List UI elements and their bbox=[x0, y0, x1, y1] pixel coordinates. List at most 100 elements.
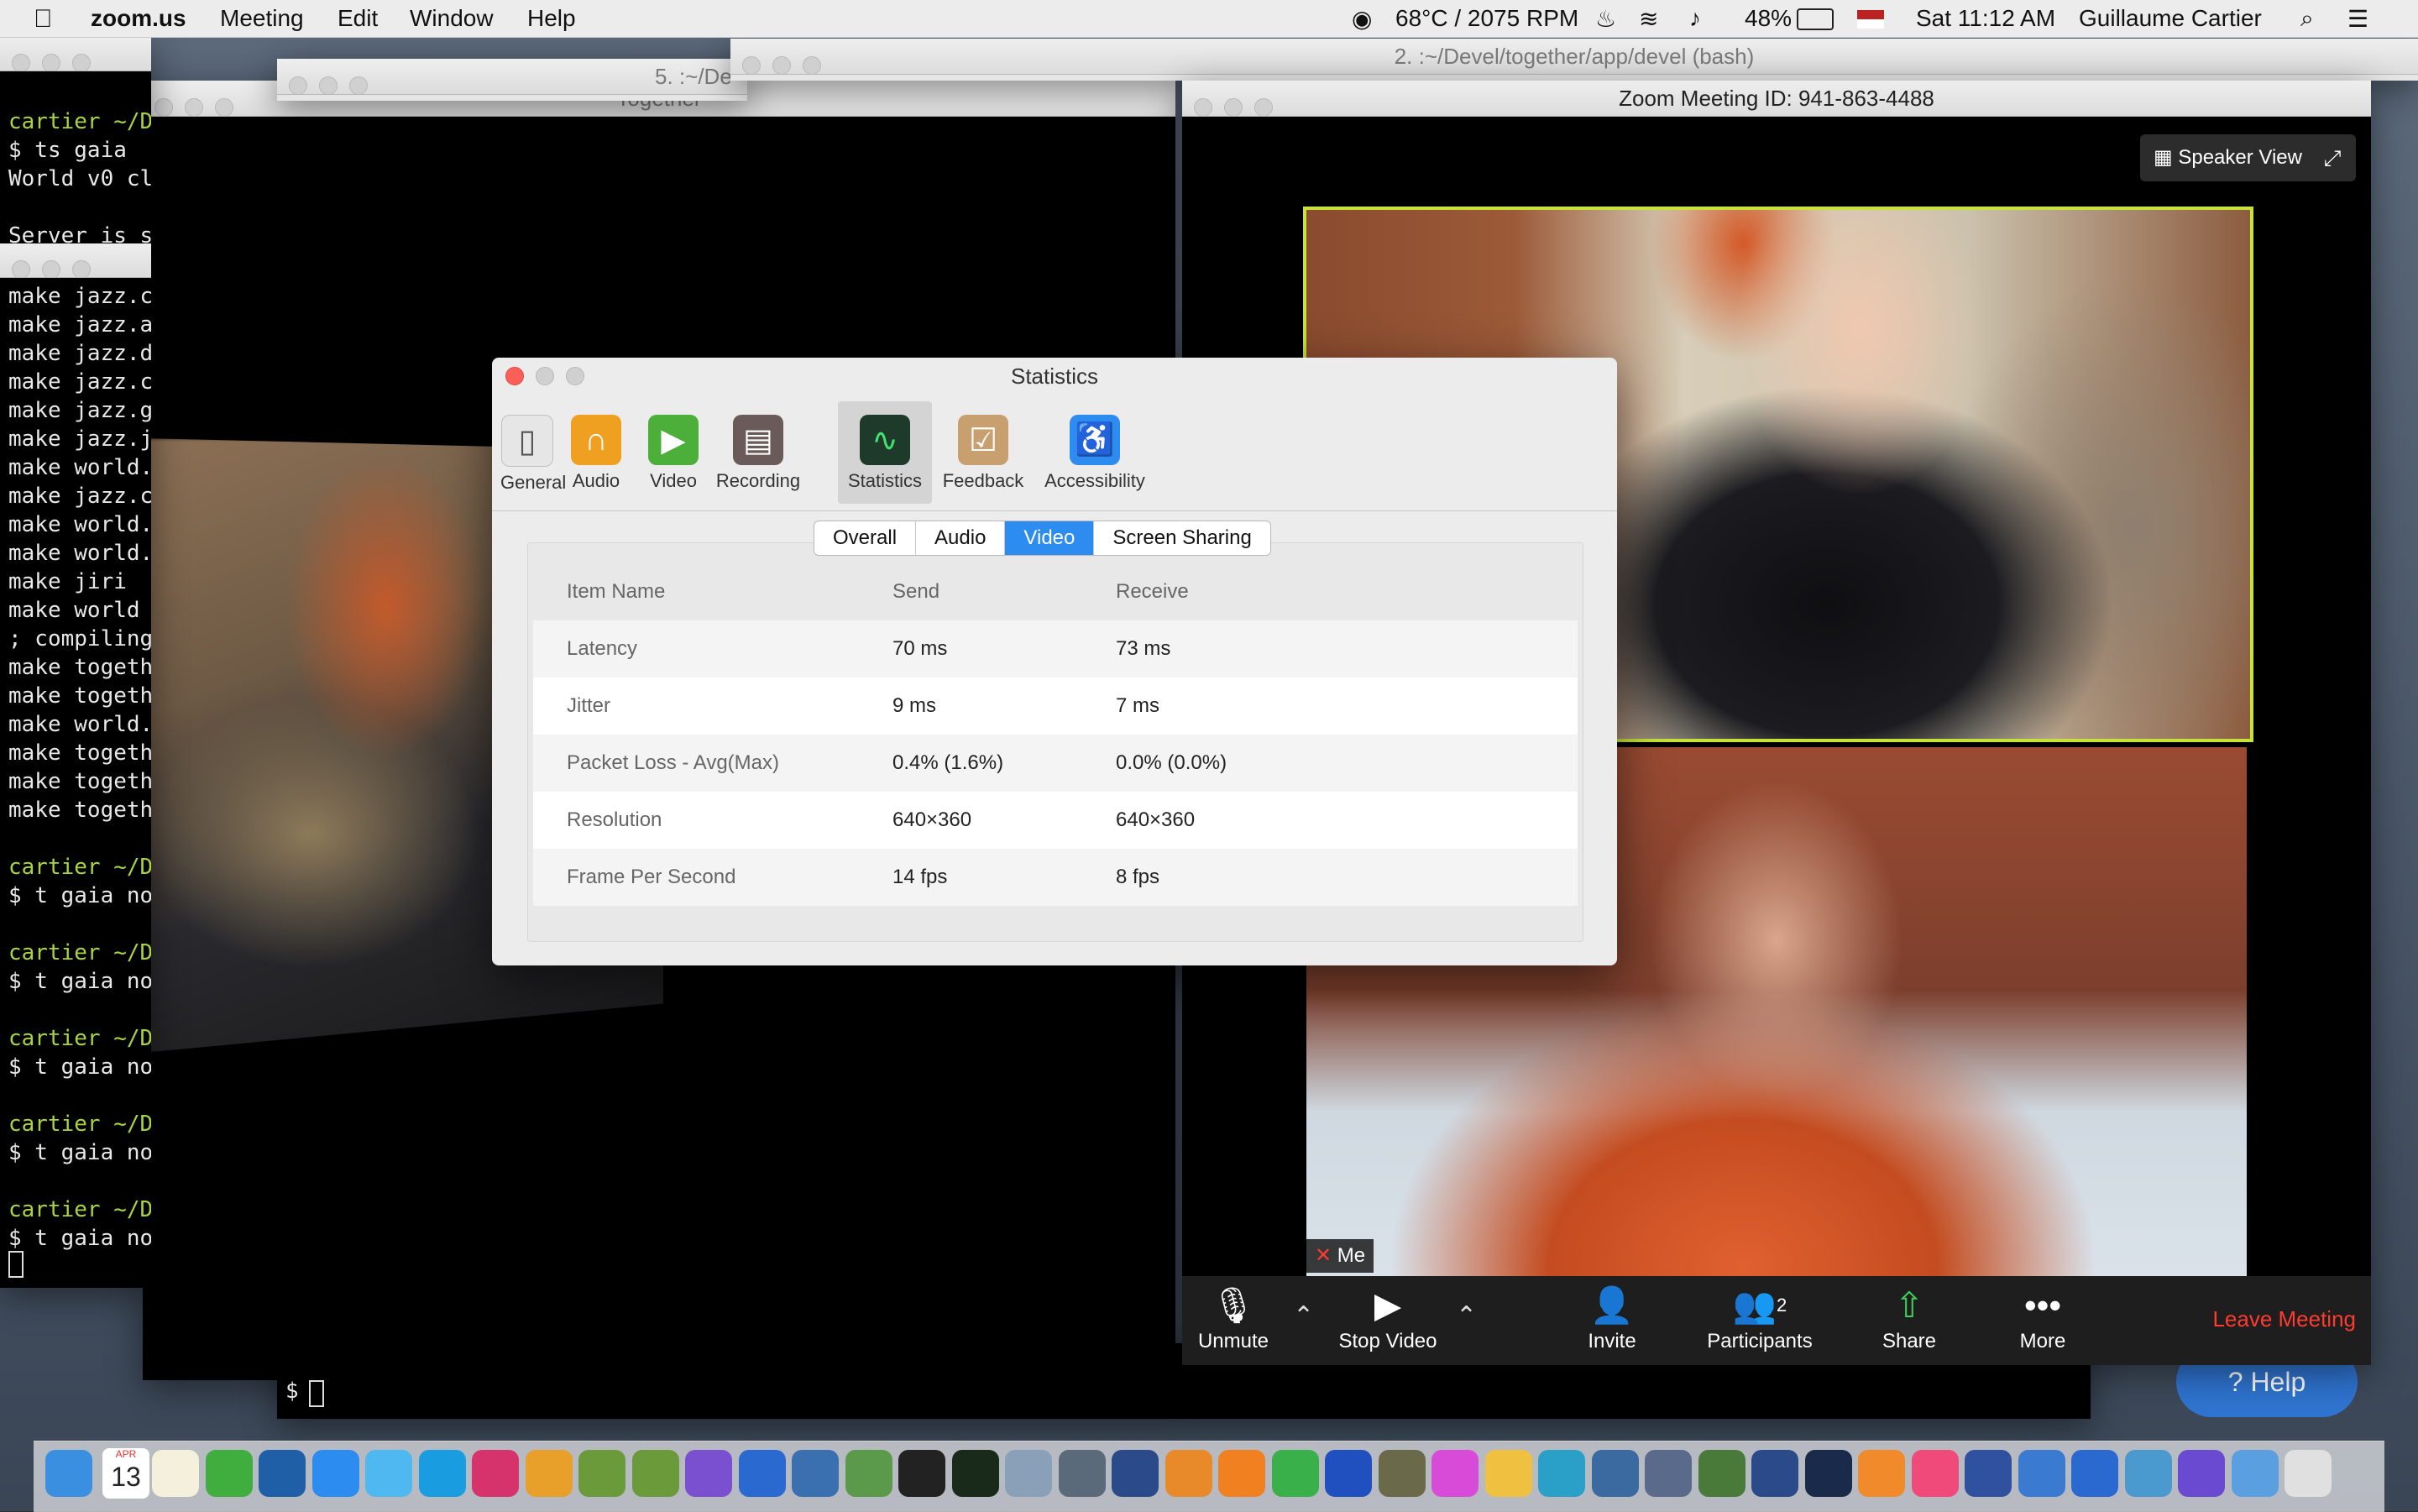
terminal-5-titlebar[interactable]: 5. :~/De bbox=[277, 59, 747, 95]
more-button[interactable]: ••• More bbox=[2013, 1281, 2072, 1353]
inner-terminal-titlebar[interactable] bbox=[0, 243, 151, 278]
blender-icon[interactable] bbox=[1165, 1450, 1212, 1497]
invite-button[interactable]: 👤 Invite bbox=[1578, 1281, 1646, 1353]
column-header-send[interactable]: Send bbox=[892, 580, 939, 604]
downloader-icon[interactable] bbox=[1271, 1450, 1319, 1497]
volume-icon[interactable]: ♪ bbox=[1689, 5, 1701, 32]
app-icon[interactable] bbox=[1058, 1450, 1106, 1497]
battery-percent[interactable]: 48% bbox=[1745, 5, 1792, 32]
audio-options-caret-icon[interactable]: ⌃ bbox=[1293, 1301, 1314, 1331]
chrome-icon[interactable] bbox=[525, 1450, 573, 1497]
app-icon[interactable] bbox=[2071, 1450, 2118, 1497]
evernote-icon[interactable] bbox=[205, 1450, 253, 1497]
battery-icon[interactable] bbox=[1797, 8, 1834, 30]
left-terminal-window[interactable]: cartier ~/D $ ts gaia World v0 cl Server… bbox=[0, 37, 151, 1288]
tab-video-stats[interactable]: Video bbox=[1005, 521, 1095, 555]
app-icon[interactable] bbox=[2124, 1450, 2172, 1497]
user-name[interactable]: Guillaume Cartier bbox=[2079, 5, 2262, 32]
temperature-readout[interactable]: 68°C / 2075 RPM bbox=[1395, 5, 1578, 32]
app-icon[interactable] bbox=[1645, 1450, 1692, 1497]
minecraft-icon[interactable] bbox=[1698, 1450, 1745, 1497]
terminal-icon[interactable] bbox=[898, 1450, 945, 1497]
app-icon[interactable] bbox=[472, 1450, 519, 1497]
steam-icon[interactable] bbox=[1804, 1450, 1852, 1497]
folder-icon[interactable] bbox=[2231, 1450, 2279, 1497]
menu-meeting[interactable]: Meeting bbox=[220, 5, 304, 32]
menu-clock[interactable]: Sat 11:12 AM bbox=[1916, 5, 2055, 32]
table-row[interactable]: Frame Per Second 14 fps 8 fps bbox=[533, 849, 1578, 906]
stop-video-button[interactable]: ▶ Stop Video bbox=[1333, 1281, 1442, 1353]
gimp-icon[interactable] bbox=[1378, 1450, 1426, 1497]
leave-meeting-button[interactable]: Leave Meeting bbox=[2212, 1306, 2356, 1332]
menu-help[interactable]: Help bbox=[527, 5, 576, 32]
app-menu[interactable]: zoom.us bbox=[91, 5, 186, 32]
tab-statistics[interactable]: ∿ Statistics bbox=[838, 401, 932, 504]
app-icon[interactable] bbox=[631, 1450, 679, 1497]
tab-audio-stats[interactable]: Audio bbox=[916, 521, 1006, 555]
music-icon[interactable] bbox=[1911, 1450, 1959, 1497]
app-icon[interactable] bbox=[685, 1450, 732, 1497]
speaker-view-button[interactable]: ▦ Speaker View bbox=[2139, 134, 2319, 181]
app-icon[interactable] bbox=[845, 1450, 892, 1497]
tab-feedback[interactable]: ☑ Feedback bbox=[937, 401, 1029, 504]
app-icon[interactable] bbox=[2018, 1450, 2065, 1497]
tab-video[interactable]: ▶ Video bbox=[648, 401, 699, 504]
notification-center-icon[interactable]: ☰ bbox=[2347, 5, 2368, 33]
statistics-dialog[interactable]: Statistics ▯ General ∩ Audio ▶ Video ▤ R… bbox=[492, 358, 1617, 965]
wifi-icon[interactable]: ≋ bbox=[1639, 5, 1658, 33]
column-header-receive[interactable]: Receive bbox=[1116, 580, 1189, 604]
flame-icon[interactable]: ♨ bbox=[1595, 5, 1616, 33]
tab-screen-sharing[interactable]: Screen Sharing bbox=[1094, 521, 1269, 555]
quicktime-icon[interactable] bbox=[1112, 1450, 1159, 1497]
notes-icon[interactable] bbox=[152, 1450, 199, 1497]
trash-icon[interactable] bbox=[2285, 1450, 2332, 1497]
books-icon[interactable] bbox=[1858, 1450, 1905, 1497]
column-header-item-name[interactable]: Item Name bbox=[567, 580, 665, 604]
zoom-titlebar[interactable]: Zoom Meeting ID: 941-863-4488 bbox=[1182, 81, 2371, 117]
tab-accessibility[interactable]: ♿ Accessibility bbox=[1036, 401, 1154, 504]
app-icon[interactable] bbox=[1591, 1450, 1639, 1497]
terminal-window-5[interactable]: 5. :~/De bbox=[277, 59, 747, 101]
calendar-icon[interactable]: APR 13 bbox=[102, 1448, 149, 1499]
zoom-icon[interactable] bbox=[311, 1450, 359, 1497]
tab-overall[interactable]: Overall bbox=[814, 521, 917, 555]
zoom-button[interactable] bbox=[566, 367, 584, 385]
input-source-flag-icon[interactable] bbox=[1857, 10, 1884, 29]
video-options-caret-icon[interactable]: ⌃ bbox=[1456, 1301, 1477, 1331]
messages-icon[interactable] bbox=[365, 1450, 412, 1497]
table-row[interactable]: Resolution 640×360 640×360 bbox=[533, 792, 1578, 849]
zoom-status-icon[interactable]: ◉ bbox=[1352, 5, 1372, 33]
table-row[interactable]: Packet Loss - Avg(Max) 0.4% (1.6%) 0.0% … bbox=[533, 735, 1578, 792]
app-icon[interactable] bbox=[1431, 1450, 1479, 1497]
1password-icon[interactable] bbox=[259, 1450, 306, 1497]
skype-icon[interactable] bbox=[418, 1450, 466, 1497]
menu-edit[interactable]: Edit bbox=[338, 5, 378, 32]
minimize-button[interactable] bbox=[536, 367, 554, 385]
app-icon[interactable] bbox=[792, 1450, 839, 1497]
share-button[interactable]: ⇧ Share bbox=[1867, 1281, 1951, 1353]
unmute-button[interactable]: 🎙 Unmute bbox=[1196, 1281, 1271, 1353]
table-row[interactable]: Jitter 9 ms 7 ms bbox=[533, 678, 1578, 735]
app-icon[interactable] bbox=[578, 1450, 625, 1497]
fullscreen-button[interactable]: ⤢ bbox=[2309, 134, 2356, 181]
preview-icon[interactable] bbox=[1005, 1450, 1052, 1497]
app-icon[interactable] bbox=[1751, 1450, 1798, 1497]
app-icon[interactable] bbox=[1965, 1450, 2012, 1497]
terminal-window-2[interactable]: 2. :~/Devel/together/app/devel (bash) bbox=[730, 39, 2418, 81]
tab-recording[interactable]: ▤ Recording bbox=[712, 401, 804, 504]
left-terminal-titlebar[interactable] bbox=[0, 37, 151, 71]
photos-icon[interactable] bbox=[1484, 1450, 1532, 1497]
spotlight-search-icon[interactable]: ⌕ bbox=[2300, 5, 2314, 33]
app-icon[interactable] bbox=[1538, 1450, 1585, 1497]
terminal-2-titlebar[interactable]: 2. :~/Devel/together/app/devel (bash) bbox=[730, 39, 2418, 75]
tab-general[interactable]: ▯ General bbox=[500, 401, 566, 504]
audio-icon[interactable] bbox=[1325, 1450, 1372, 1497]
tab-audio[interactable]: ∩ Audio bbox=[569, 401, 623, 504]
participants-button[interactable]: 👥2 Participants bbox=[1701, 1281, 1819, 1353]
apple-menu-icon[interactable]:  bbox=[34, 5, 53, 34]
close-button[interactable] bbox=[505, 367, 524, 385]
finder-icon[interactable] bbox=[45, 1450, 92, 1497]
menu-window[interactable]: Window bbox=[410, 5, 494, 32]
table-row[interactable]: Latency 70 ms 73 ms bbox=[533, 620, 1578, 678]
globe-icon[interactable] bbox=[738, 1450, 786, 1497]
